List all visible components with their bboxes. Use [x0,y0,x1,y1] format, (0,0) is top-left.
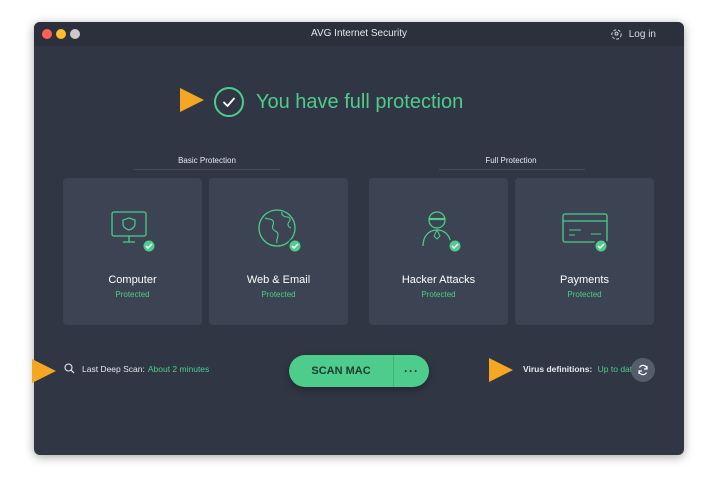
globe-icon [257,209,302,254]
search-icon [64,363,75,374]
full-protection-label: Full Protection [485,156,537,165]
protection-status: You have full protection [214,87,463,117]
monitor-shield-icon [110,211,156,254]
annotation-arrow-last-scan [32,359,56,383]
login-button[interactable]: Log in [610,26,656,42]
tile-computer-status: Protected [115,290,150,299]
basic-protection-divider [134,169,280,170]
account-sync-icon [611,28,622,40]
scan-options-button[interactable]: ··· [394,355,429,387]
hacker-icon [421,211,462,254]
virus-definitions: Virus definitions: Up to date [523,364,637,374]
refresh-icon [638,364,648,376]
last-scan-label: Last Deep Scan: [82,363,145,374]
title-bar: AVG Internet Security Log in [34,22,684,46]
tile-web-email-name: Web & Email [246,274,311,286]
login-label: Log in [628,28,656,40]
checkmark-circle-icon [214,87,244,117]
app-window: AVG Internet Security Log in You have fu… [34,22,684,455]
update-definitions-button[interactable] [631,358,655,382]
annotation-arrow-virus-definitions [489,358,513,382]
scan-button-group: SCAN MAC ··· [289,355,429,387]
tile-web-email[interactable]: Web & Email Protected [209,178,348,325]
tile-hacker-attacks-name: Hacker Attacks [401,274,476,286]
last-deep-scan[interactable]: Last Deep Scan: About 2 minutes [64,363,209,374]
scan-mac-button[interactable]: SCAN MAC [289,355,393,387]
virus-definitions-label: Virus definitions: [523,364,593,374]
credit-card-icon [561,213,608,254]
tile-computer[interactable]: Computer Protected [63,178,202,325]
window-title: AVG Internet Security [311,28,407,39]
tile-payments-status: Protected [567,290,602,299]
tile-payments[interactable]: Payments Protected [515,178,654,325]
basic-protection-label: Basic Protection [178,156,236,165]
tile-computer-name: Computer [108,274,157,286]
tile-web-email-status: Protected [261,290,296,299]
tile-hacker-attacks-status: Protected [421,290,456,299]
annotation-arrow-status [180,88,204,112]
last-scan-value: About 2 minutes [147,363,210,374]
status-message: You have full protection [256,90,464,113]
full-protection-divider [439,169,585,170]
tile-hacker-attacks[interactable]: Hacker Attacks Protected [369,178,508,325]
tile-payments-name: Payments [560,274,609,286]
